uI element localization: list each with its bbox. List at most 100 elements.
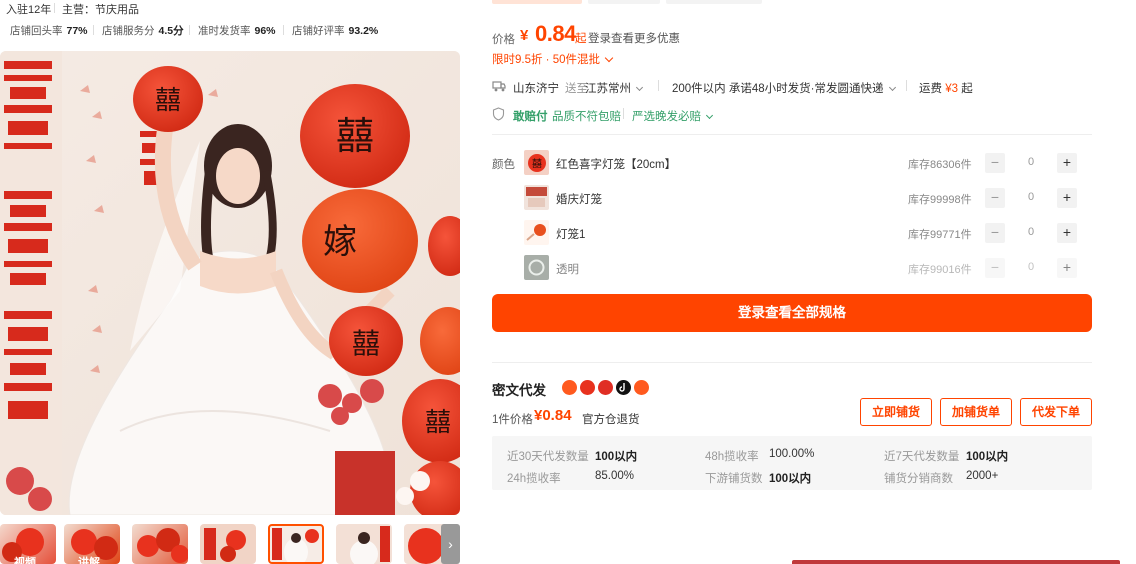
thumbnail-explain[interactable]: 讲解	[64, 524, 120, 564]
stat-return-rate: 店铺回头率 77%	[10, 25, 88, 37]
metric-distributors: 铺货分销商数 2000+	[884, 470, 999, 485]
quantity-minus-button[interactable]: −	[985, 258, 1005, 278]
spec-name: 婚庆灯笼	[556, 194, 602, 206]
metric-48h-pickup: 48h揽收率 100.00%	[705, 448, 815, 463]
price-suffix: 起	[575, 33, 587, 45]
quantity-value[interactable]: 0	[1024, 156, 1038, 168]
spec-stock: 库存99771件	[908, 229, 972, 241]
delivery-promise-dropdown[interactable]: 200件以内 承诺48小时发货·常发圆通快递	[672, 80, 896, 96]
stat-ontime-rate: 准时发货率 96%	[198, 25, 276, 37]
ship-to-dropdown[interactable]: 江苏常州	[585, 80, 644, 96]
quantity-plus-button[interactable]: +	[1057, 258, 1077, 278]
stat-service-score: 店铺服务分 4.5分	[102, 25, 184, 37]
thumbnail-next-arrow-icon[interactable]: ›	[441, 524, 460, 564]
spec-row: 婚庆灯笼 库存99998件 − 0 +	[524, 185, 1092, 211]
price-value: 0.84	[535, 21, 576, 46]
divider	[283, 25, 284, 35]
divider	[906, 80, 907, 91]
quantity-minus-button[interactable]: −	[985, 188, 1005, 208]
shield-icon	[492, 107, 505, 124]
divider	[93, 25, 94, 35]
login-for-discount-link[interactable]: 登录查看更多优惠	[588, 30, 680, 46]
thumbnail-image-selected[interactable]	[268, 524, 324, 564]
guarantee-extra-dropdown[interactable]: 严选晚发必赔	[632, 108, 714, 124]
spec-stock: 库存86306件	[908, 159, 972, 171]
badge	[666, 0, 762, 4]
chevron-down-icon	[888, 83, 896, 92]
shop-main-category: 主营：节庆用品	[62, 4, 139, 16]
main-product-image[interactable]: 囍 囍 嫁 囍 囍	[0, 51, 460, 515]
shop-info-bar: 入驻12年 主营：节庆用品	[0, 0, 460, 16]
guarantee-desc: 品质不符包赔	[552, 111, 621, 123]
taobao-icon	[562, 380, 577, 395]
thumbnail-image[interactable]	[132, 524, 188, 564]
divider	[492, 362, 1092, 363]
shop-stats: 店铺回头率 77% 店铺服务分 4.5分 准时发货率 96% 店铺好评率 93.2%	[0, 20, 460, 38]
spec-thumbnail[interactable]: 囍	[524, 150, 549, 175]
quantity-plus-button[interactable]: +	[1057, 153, 1077, 173]
pdd-icon	[598, 380, 613, 395]
lantern-char: 囍	[425, 408, 451, 438]
spec-thumbnail[interactable]	[524, 185, 549, 210]
guarantee-name: 敢赔付	[513, 111, 548, 123]
quantity-value[interactable]: 0	[1024, 261, 1038, 273]
dropship-price: ¥0.84	[534, 407, 572, 424]
divider	[623, 108, 624, 119]
spec-thumbnail[interactable]	[524, 220, 549, 245]
spec-name: 灯笼1	[556, 229, 586, 241]
shipping-row: 山东济宁 送至 江苏常州 200件以内 承诺48小时发货·常发圆通快递 运费 ¥…	[492, 78, 1092, 96]
quantity-minus-button[interactable]: −	[985, 153, 1005, 173]
tmall-icon	[580, 380, 595, 395]
metric-7d-volume: 近7天代发数量 100以内	[884, 451, 1009, 463]
svg-text:囍: 囍	[532, 157, 542, 170]
metric-downstream-listings: 下游铺货数 100以内	[705, 473, 812, 485]
thumbnail-strip: 视频 讲解	[0, 524, 460, 564]
thumbnail-image[interactable]	[336, 524, 392, 564]
quantity-value[interactable]: 0	[1024, 226, 1038, 238]
truck-icon	[492, 79, 506, 96]
shipping-fee: 运费 ¥3 起	[919, 83, 973, 95]
promo-text: 限时9.5折 · 50件混批	[492, 54, 600, 66]
badge	[588, 0, 660, 4]
spec-stock: 库存99016件	[908, 264, 972, 276]
lantern-char: 囍	[155, 86, 181, 116]
price-label: 价格	[492, 34, 515, 46]
thumbnail-image[interactable]	[200, 524, 256, 564]
spec-label: 颜色	[492, 159, 515, 171]
list-now-button[interactable]: 立即铺货	[860, 398, 932, 426]
quantity-minus-button[interactable]: −	[985, 223, 1005, 243]
badge	[492, 0, 582, 4]
divider	[492, 134, 1092, 135]
add-to-list-button[interactable]: 加铺货单	[940, 398, 1012, 426]
chevron-down-icon	[705, 111, 714, 120]
promo-dropdown[interactable]: 限时9.5折 · 50件混批	[492, 51, 614, 67]
metric-24h-pickup: 24h揽收率 85.00%	[507, 470, 635, 485]
lantern-char: 囍	[352, 327, 380, 360]
lantern-char: 囍	[336, 114, 374, 158]
dropship-price-label: 1件价格	[492, 414, 533, 426]
ship-from: 山东济宁	[513, 83, 559, 95]
price-currency: ¥	[520, 27, 529, 44]
stat-positive-rate: 店铺好评率 93.2%	[292, 25, 379, 37]
dropship-metrics: 近30天代发数量 100以内 48h揽收率 100.00% 近7天代发数量 100以内…	[492, 436, 1092, 490]
metric-30d-volume: 近30天代发数量 100以内	[507, 451, 638, 463]
bottom-floating-bar[interactable]	[792, 560, 1120, 564]
spec-thumbnail[interactable]	[524, 255, 549, 280]
quantity-plus-button[interactable]: +	[1057, 223, 1077, 243]
chevron-down-icon	[604, 53, 614, 63]
dropship-title: 密文代发	[492, 383, 546, 398]
return-note: 官方仓退货	[582, 414, 640, 426]
thumbnail-video[interactable]: 视频	[0, 524, 56, 564]
lantern-char: 嫁	[323, 222, 357, 262]
guarantee-row: 敢赔付 品质不符包赔 严选晚发必赔	[492, 106, 1092, 124]
kuaishou-icon	[634, 380, 649, 395]
divider	[54, 3, 55, 13]
login-view-all-specs-button[interactable]: 登录查看全部规格	[492, 294, 1092, 332]
spec-stock: 库存99998件	[908, 194, 972, 206]
spec-name: 透明	[556, 264, 579, 276]
spec-row: 囍 红色喜字灯笼【20cm】 库存86306件 − 0 +	[524, 150, 1092, 176]
dropship-order-button[interactable]: 代发下单	[1020, 398, 1092, 426]
spec-name: 红色喜字灯笼【20cm】	[556, 159, 677, 171]
quantity-plus-button[interactable]: +	[1057, 188, 1077, 208]
quantity-value[interactable]: 0	[1024, 191, 1038, 203]
